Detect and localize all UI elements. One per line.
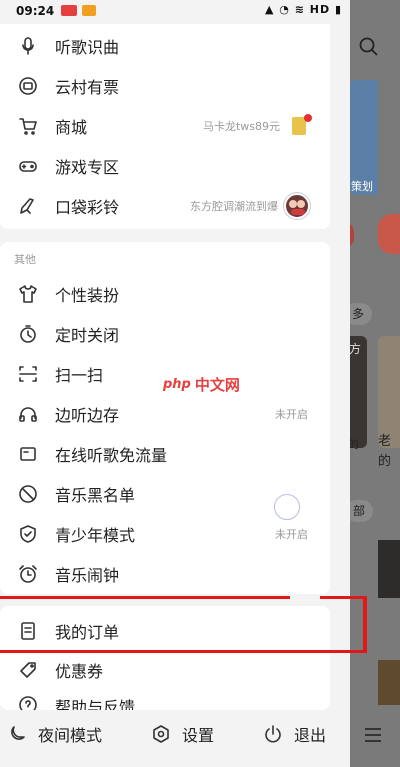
ringtone-avatar — [284, 193, 310, 219]
menu-item-label: 青少年模式 — [55, 526, 136, 545]
menu-item-teen-mode[interactable]: 青少年模式 未开启 — [0, 514, 330, 554]
status-time: 09:24 — [16, 4, 55, 18]
menu-item-label: 在线听歌免流量 — [55, 446, 168, 465]
background-caption: 老的 — [378, 434, 392, 469]
logout-button[interactable]: 退出 — [262, 722, 326, 746]
battery-icon: ▮ — [330, 3, 342, 16]
menu-card-top: 听歌识曲 云村有票 商城 马卡龙tws89元 游戏专区 口袋彩铃 东方腔调潮流到… — [0, 24, 330, 229]
loading-circle — [274, 494, 300, 520]
gear-icon — [153, 725, 169, 743]
watermark-logo: php 中文网 — [163, 372, 245, 396]
settings-button[interactable]: 设置 — [150, 722, 214, 746]
menu-item-free-data[interactable]: 在线听歌免流量 — [0, 434, 330, 474]
menu-item-music-alarm[interactable]: 音乐闹钟 — [0, 554, 330, 594]
menu-item-label: 个性装扮 — [55, 286, 120, 305]
phone-bell-icon — [17, 195, 39, 217]
ringtone-promo-text: 东方腔调潮流到爆 — [190, 200, 278, 213]
watermark-cn: 中文网 — [194, 375, 240, 394]
menu-item-listen-and-save[interactable]: 边听边存 未开启 — [0, 394, 330, 434]
menu-item-label: 定时关闭 — [55, 326, 120, 345]
scan-icon — [17, 363, 39, 385]
highlight-border-gap — [290, 596, 320, 599]
headphones-icon — [17, 403, 39, 425]
menu-item-games[interactable]: 游戏专区 — [0, 146, 330, 186]
section-label-other: 其他 — [14, 253, 36, 266]
moon-icon — [11, 726, 25, 740]
power-icon — [265, 725, 281, 743]
order-icon — [17, 620, 39, 642]
menu-item-label: 我的订单 — [55, 623, 120, 642]
menu-item-label: 游戏专区 — [55, 158, 120, 177]
background-red-circle — [378, 214, 400, 254]
alarm-clock-icon — [17, 563, 39, 585]
logout-label: 退出 — [294, 726, 327, 745]
status-text: 未开启 — [275, 408, 308, 421]
shirt-icon — [17, 283, 39, 305]
red-dot-badge — [304, 114, 312, 122]
background-banner-text: 策划 — [351, 180, 373, 193]
timer-icon — [17, 323, 39, 345]
playlist-icon — [365, 728, 381, 742]
cart-icon — [17, 115, 39, 137]
mall-promo-text: 马卡龙tws89元 — [202, 120, 280, 133]
watermark-php: php — [163, 376, 191, 392]
status-network: ▲ ◔ ≋ HD ▮ — [265, 3, 342, 16]
menu-item-label: 音乐闹钟 — [55, 566, 120, 585]
menu-item-mall[interactable]: 商城 马卡龙tws89元 — [0, 106, 330, 146]
sim-card-icon — [17, 443, 39, 465]
menu-item-label: 商城 — [55, 118, 88, 137]
gamepad-icon — [17, 155, 39, 177]
coupon-icon — [17, 659, 39, 681]
menu-item-ringtone[interactable]: 口袋彩铃 东方腔调潮流到爆 — [0, 186, 330, 226]
menu-item-label: 口袋彩铃 — [55, 198, 120, 217]
menu-item-label: 听歌识曲 — [55, 38, 120, 57]
menu-item-label: 帮助与反馈 — [55, 698, 136, 710]
ticket-icon — [17, 75, 39, 97]
menu-item-help[interactable]: 帮助与反馈 — [0, 688, 330, 710]
background-card — [378, 540, 400, 598]
night-mode-label: 夜间模式 — [38, 726, 103, 745]
status-bar: 09:24 ▲ ◔ ≋ HD ▮ — [0, 0, 350, 24]
drawer-bottom-bar: 夜间模式 设置 退出 — [0, 710, 350, 767]
notification-icon — [61, 5, 77, 16]
menu-item-label: 边听边存 — [55, 406, 120, 425]
menu-item-sleep-timer[interactable]: 定时关闭 — [0, 314, 330, 354]
background-card — [378, 660, 400, 705]
menu-item-tickets[interactable]: 云村有票 — [0, 66, 330, 106]
status-hd: HD — [309, 3, 331, 16]
help-icon — [17, 694, 39, 710]
status-text: 未开启 — [275, 528, 308, 541]
menu-item-label: 云村有票 — [55, 78, 120, 97]
menu-item-theme[interactable]: 个性装扮 — [0, 274, 330, 314]
menu-item-my-orders[interactable]: 我的订单 — [0, 611, 330, 651]
notification-icon — [82, 5, 96, 16]
menu-item-label: 优惠券 — [55, 662, 104, 681]
signal-icon: ▲ ◔ ≋ — [265, 3, 310, 16]
menu-item-label: 音乐黑名单 — [55, 486, 136, 505]
night-mode-button[interactable]: 夜间模式 — [6, 722, 102, 746]
menu-item-label: 扫一扫 — [55, 366, 104, 385]
settings-label: 设置 — [182, 726, 215, 745]
menu-item-song-recognition[interactable]: 听歌识曲 — [0, 26, 330, 66]
shield-check-icon — [17, 523, 39, 545]
search-icon[interactable] — [358, 36, 380, 58]
mic-icon — [17, 35, 39, 57]
block-icon — [17, 483, 39, 505]
menu-item-coupons[interactable]: 优惠券 — [0, 650, 330, 690]
background-card-text: 方 — [349, 342, 362, 356]
